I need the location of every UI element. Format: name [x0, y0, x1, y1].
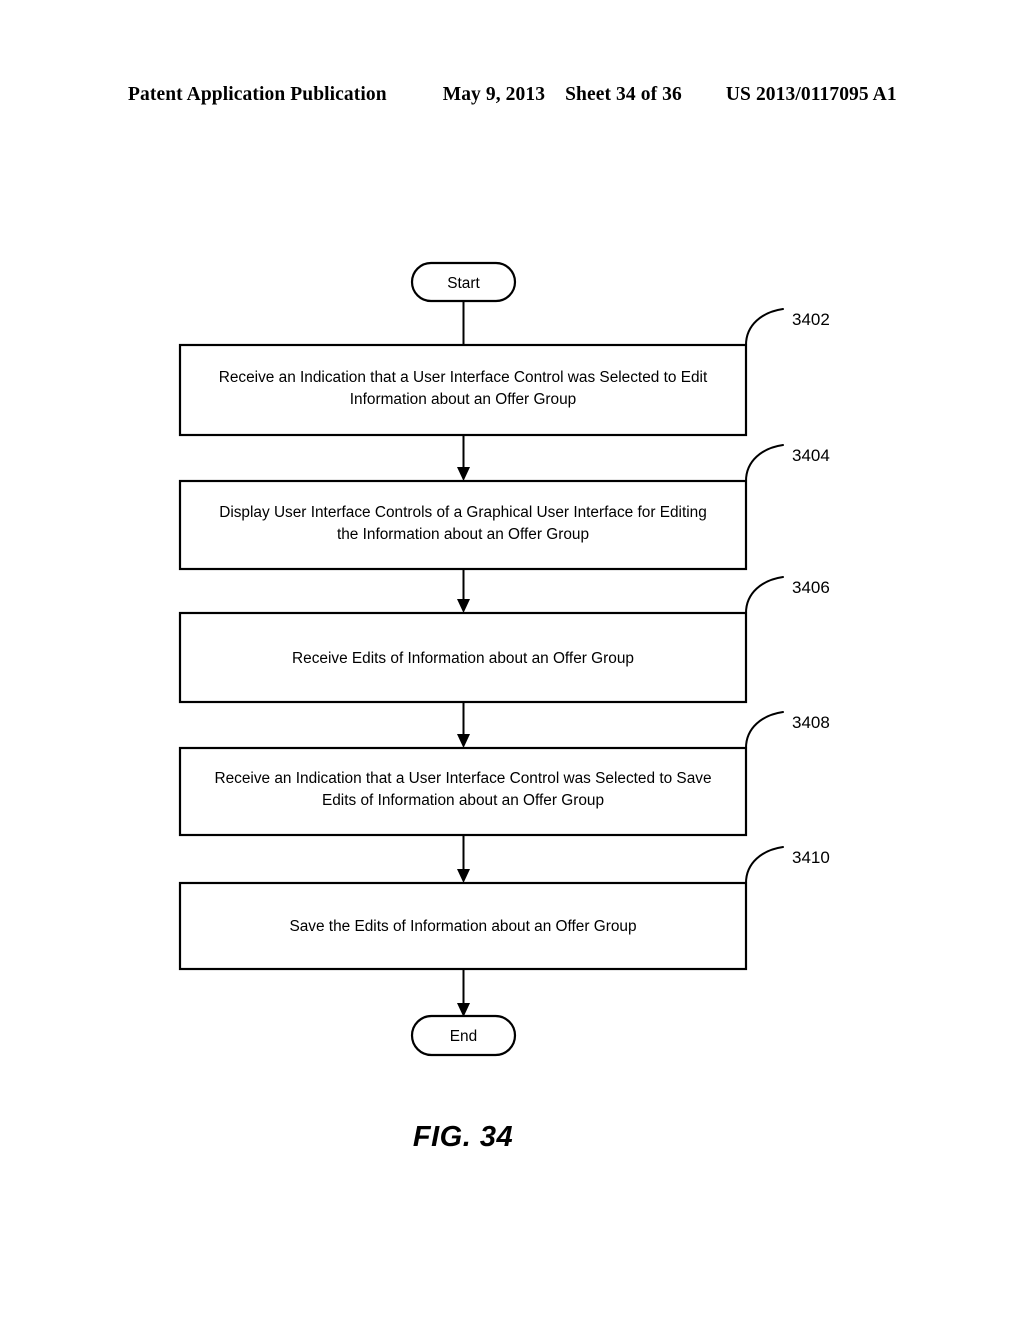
step-3408-text-line2: Edits of Information about an Offer Grou…: [322, 792, 604, 809]
reference-number-3408: 3408: [792, 713, 830, 732]
leader-line-3404: 3404: [745, 444, 830, 482]
flowchart-start-terminator: Start: [410, 261, 517, 303]
flowchart-step-3406: Receive Edits of Information about an Of…: [178, 611, 748, 704]
step-3402-text-line2: Information about an Offer Group: [350, 391, 576, 408]
connector-step-3406-to-step-3408: [457, 702, 470, 748]
start-terminator-label: Start: [447, 275, 480, 292]
reference-number-3410: 3410: [792, 848, 830, 867]
leader-line-3406: 3406: [745, 576, 830, 614]
step-3404-text-line1: Display User Interface Controls of a Gra…: [219, 504, 707, 521]
step-3406-text-line1: Receive Edits of Information about an Of…: [292, 650, 634, 667]
connector-step-3410-to-end: [457, 969, 470, 1017]
connector-step-3404-to-step-3406: [457, 569, 470, 613]
reference-number-3406: 3406: [792, 578, 830, 597]
leader-line-3402: 3402: [745, 308, 830, 346]
leader-line-3410: 3410: [745, 846, 830, 884]
flowchart-figure: Start Receive an Indication that a User …: [0, 0, 1024, 1320]
flowchart-step-3404: Display User Interface Controls of a Gra…: [178, 479, 748, 571]
reference-number-3402: 3402: [792, 310, 830, 329]
step-3408-text-line1: Receive an Indication that a User Interf…: [214, 770, 711, 787]
flowchart-step-3402: Receive an Indication that a User Interf…: [178, 343, 748, 437]
step-3410-text-line1: Save the Edits of Information about an O…: [289, 918, 636, 935]
flowchart-step-3410: Save the Edits of Information about an O…: [178, 881, 748, 971]
step-3404-text-line2: the Information about an Offer Group: [337, 526, 589, 543]
figure-caption: FIG. 34: [413, 1121, 513, 1153]
flowchart-step-3408: Receive an Indication that a User Interf…: [178, 746, 748, 837]
flowchart-end-terminator: End: [410, 1014, 517, 1057]
connector-step-3402-to-step-3404: [457, 435, 470, 481]
end-terminator-label: End: [450, 1028, 477, 1045]
leader-line-3408: 3408: [745, 711, 830, 749]
reference-number-3404: 3404: [792, 446, 830, 465]
step-3402-text-line1: Receive an Indication that a User Interf…: [219, 369, 708, 386]
connector-step-3408-to-step-3410: [457, 835, 470, 883]
